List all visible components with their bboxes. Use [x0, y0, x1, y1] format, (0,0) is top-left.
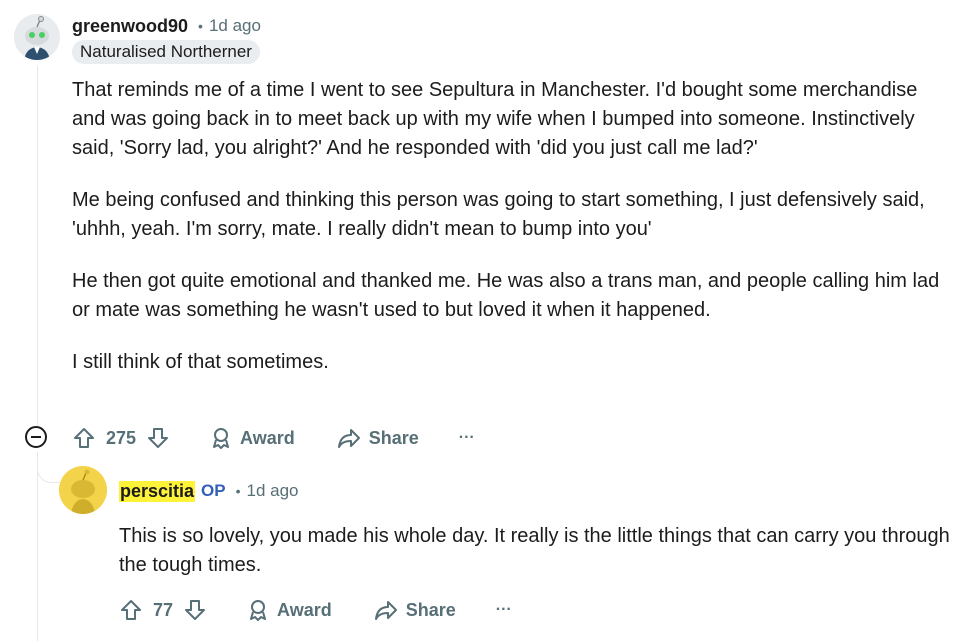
share-button[interactable]: Share [374, 599, 456, 621]
share-label: Share [405, 599, 456, 620]
share-icon [374, 601, 397, 620]
username[interactable]: greenwood90 [72, 16, 188, 37]
upvote-icon[interactable] [72, 426, 96, 450]
share-label: Share [368, 427, 419, 448]
award-label: Award [240, 427, 295, 448]
comment-paragraph: Me being confused and thinking this pers… [72, 189, 925, 240]
reply-body: This is so lovely, you made his whole da… [119, 522, 959, 580]
vote-count: 77 [153, 599, 174, 620]
timestamp[interactable]: 1d ago [247, 481, 299, 501]
comment-meta: greenwood90 • 1d ago [72, 14, 261, 38]
share-icon [337, 429, 360, 448]
username[interactable]: perscitia [119, 480, 196, 502]
downvote-icon[interactable] [183, 598, 207, 622]
op-badge: OP [201, 481, 226, 500]
comment-body: That reminds me of a time I went to see … [72, 76, 952, 400]
collapse-button[interactable] [25, 426, 47, 448]
timestamp[interactable]: 1d ago [209, 16, 261, 36]
share-button[interactable]: Share [337, 427, 419, 449]
comment-paragraph: He then got quite emotional and thanked … [72, 270, 940, 321]
award-icon [213, 428, 230, 449]
award-button[interactable]: Award [210, 427, 295, 449]
award-button[interactable]: Award [247, 599, 332, 621]
downvote-icon[interactable] [146, 426, 170, 450]
reply-meta: perscitia OP • 1d ago [119, 478, 299, 504]
snoo-avatar-icon [59, 466, 107, 514]
separator-dot: • [198, 18, 203, 34]
vote-group: 77 [119, 598, 207, 622]
reply-paragraph: This is so lovely, you made his whole da… [119, 525, 950, 576]
upvote-icon[interactable] [119, 598, 143, 622]
more-icon: ··· [495, 601, 512, 618]
more-icon: ··· [458, 429, 475, 446]
award-label: Award [277, 599, 332, 620]
vote-group: 275 [72, 426, 170, 450]
vote-count: 275 [106, 427, 137, 448]
comment-paragraph: That reminds me of a time I went to see … [72, 79, 918, 159]
thread-line [37, 452, 38, 641]
more-options-button[interactable]: ··· [496, 601, 512, 619]
comment-actions: 275 Award Share ··· [72, 426, 475, 450]
comment-paragraph: I still think of that sometimes. [72, 351, 329, 373]
user-flair: Naturalised Northerner [72, 40, 260, 64]
reply-actions: 77 Award Share ··· [119, 598, 512, 622]
more-options-button[interactable]: ··· [459, 429, 475, 447]
thread-line [37, 66, 38, 426]
award-icon [250, 600, 267, 621]
reply-connector [37, 452, 60, 483]
separator-dot: • [235, 483, 241, 499]
avatar[interactable] [14, 14, 60, 60]
avatar[interactable] [59, 466, 107, 514]
snoo-avatar-icon [14, 14, 60, 60]
